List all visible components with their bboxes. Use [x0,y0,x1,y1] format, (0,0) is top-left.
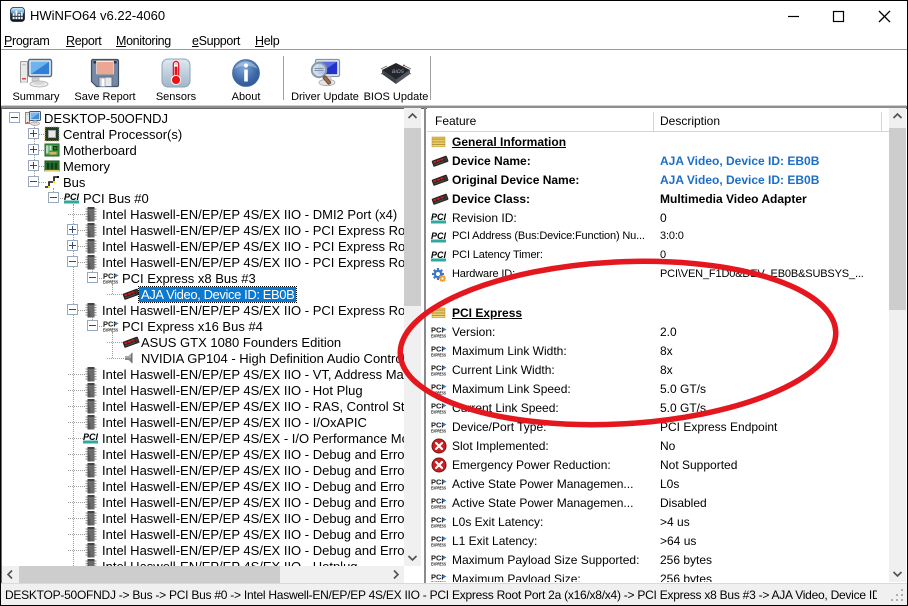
svg-text:EXPRESS: EXPRESS [431,391,446,396]
svg-text:BIOS: BIOS [391,69,405,75]
svg-text:EXPRESS: EXPRESS [431,429,446,434]
svg-text:EXPRESS: EXPRESS [431,543,446,548]
svg-text:EXPRESS: EXPRESS [431,562,446,567]
svg-text:EXPRESS: EXPRESS [431,334,446,339]
svg-text:EXPRESS: EXPRESS [431,581,446,583]
svg-text:EXPRESS: EXPRESS [103,280,118,285]
svg-text:EXPRESS: EXPRESS [103,328,118,333]
svg-text:EXPRESS: EXPRESS [431,486,446,491]
svg-text:EXPRESS: EXPRESS [431,410,446,415]
svg-text:EXPRESS: EXPRESS [431,505,446,510]
svg-text:EXPRESS: EXPRESS [431,353,446,358]
svg-text:EXPRESS: EXPRESS [431,524,446,529]
svg-text:EXPRESS: EXPRESS [431,372,446,377]
